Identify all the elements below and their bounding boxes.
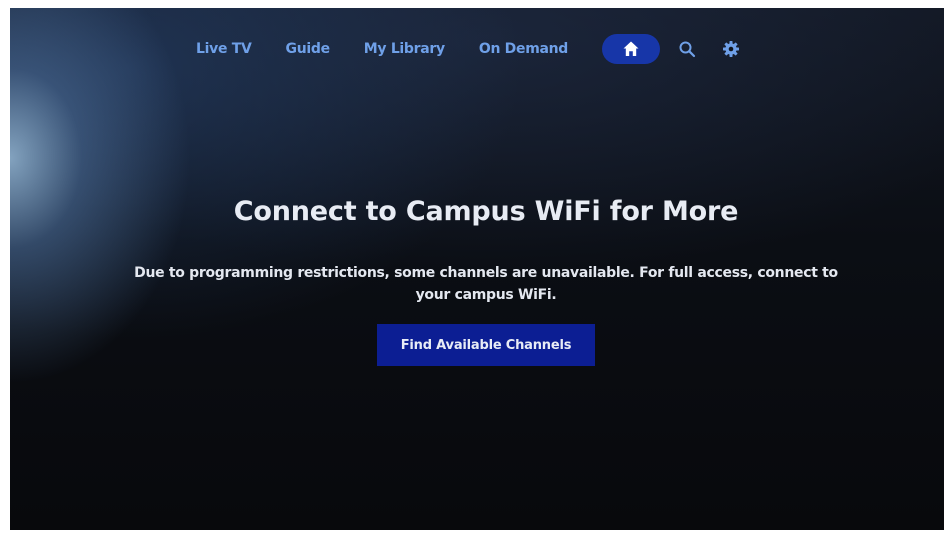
home-icon xyxy=(623,41,639,56)
tv-screen: Live TV Guide My Library On Demand Conne… xyxy=(10,8,944,530)
home-button[interactable] xyxy=(602,34,661,64)
nav-item-guide[interactable]: Guide xyxy=(286,41,331,57)
top-navigation: Live TV Guide My Library On Demand xyxy=(196,34,748,64)
page-title: Connect to Campus WiFi for More xyxy=(233,196,739,227)
nav-item-my-library[interactable]: My Library xyxy=(364,41,445,57)
search-button[interactable] xyxy=(670,34,704,64)
search-icon xyxy=(679,41,696,58)
nav-item-on-demand[interactable]: On Demand xyxy=(479,41,568,57)
settings-button[interactable] xyxy=(714,34,748,64)
restriction-message: Due to programming restrictions, some ch… xyxy=(134,265,838,303)
find-available-channels-button[interactable]: Find Available Channels xyxy=(377,324,595,366)
nav-item-live-tv[interactable]: Live TV xyxy=(196,41,252,57)
gear-icon xyxy=(723,41,740,57)
